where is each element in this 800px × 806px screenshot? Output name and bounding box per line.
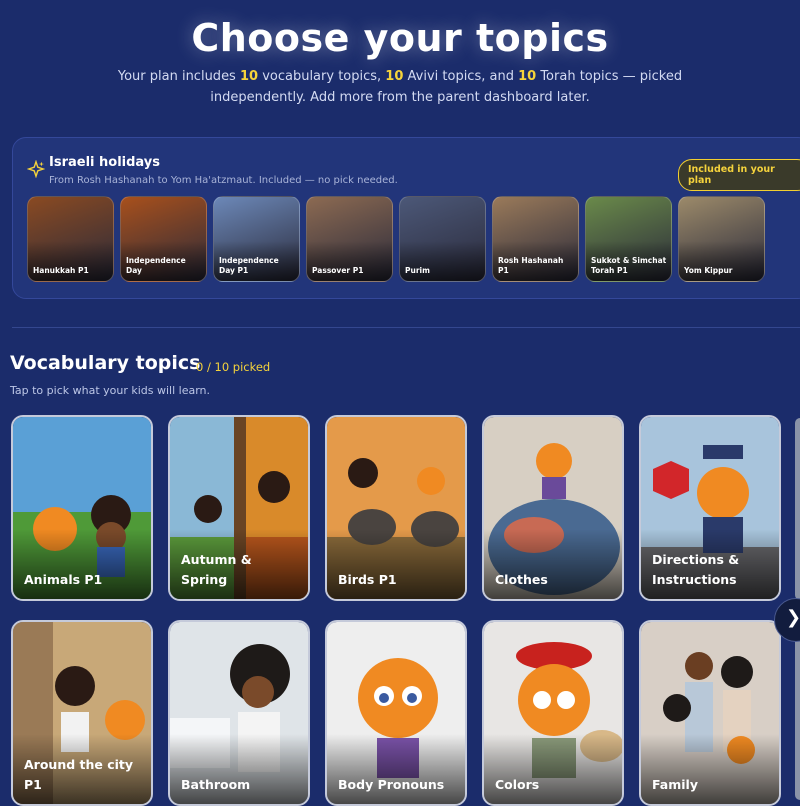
avivi-count-highlight: 10 [385,69,404,84]
topic-card-autumn-spring[interactable]: Autumn & Spring [168,415,310,601]
sparkle-icon [27,160,45,178]
topic-card-label: Animals P1 [24,572,103,587]
page-subtitle: Your plan includes 10 vocabulary topics,… [117,69,683,105]
holiday-card-label: Rosh Hashanah P1 [498,256,564,275]
holiday-card-label: Independence Day [126,256,186,275]
holiday-card-label: Sukkot & Simchat Torah P1 [591,256,667,275]
vocab-section-title: Vocabulary topics [10,352,201,374]
page-title: Choose your topics [191,16,609,60]
holiday-card[interactable]: Hanukkah P1 [27,196,114,282]
holiday-card[interactable]: Independence Day P1 [213,196,300,282]
holiday-card-label: Independence Day P1 [219,256,279,275]
topic-card-birds[interactable]: Birds P1 [325,415,467,601]
included-badge: Included in your plan [678,159,800,191]
holidays-panel: Israeli holidays From Rosh Hashanah to Y… [12,137,800,299]
topic-card-body-pronouns[interactable]: Body Pronouns [325,620,467,806]
holiday-card[interactable]: Rosh Hashanah P1 [492,196,579,282]
topic-card-label: Clothes [495,572,548,587]
topic-card-bathroom[interactable]: Bathroom [168,620,310,806]
torah-count-highlight: 10 [518,69,537,84]
holiday-card[interactable]: Yom Kippur [678,196,765,282]
holiday-card[interactable]: Sukkot & Simchat Torah P1 [585,196,672,282]
topic-card-label: Birds P1 [338,572,397,587]
topic-card-clothes[interactable]: Clothes [482,415,624,601]
topic-card-label: Body Pronouns [338,777,445,792]
topic-card-label: Around the city P1 [24,757,134,792]
chevron-right-icon: ❯ [786,607,800,628]
topic-card-label: Bathroom [181,777,251,792]
topic-card-colors[interactable]: Colors [482,620,624,806]
topic-card-family[interactable]: Family [639,620,781,806]
topic-card-animals[interactable]: Animals P1 [11,415,153,601]
topic-card-label: Autumn & Spring [181,552,252,587]
vocab-section-subtitle: Tap to pick what your kids will learn. [10,384,211,397]
holiday-card-label: Purim [405,266,430,275]
topic-card-around-the-city[interactable]: Around the city P1 [11,620,153,806]
vocab-picked-count: 0 / 10 picked [196,360,271,374]
holidays-subtitle: From Rosh Hashanah to Yom Ha'atzmaut. In… [49,175,398,186]
topic-card-label: Family [652,777,698,792]
topic-card-directions[interactable]: Directions & Instructions [639,415,781,601]
holiday-card[interactable]: Independence Day [120,196,207,282]
section-divider [12,327,800,328]
vocab-count-highlight: 10 [239,69,259,84]
holiday-card-label: Passover P1 [312,266,364,275]
partial-topic-card[interactable] [795,418,800,600]
topic-card-label: Colors [495,777,540,792]
holidays-title: Israeli holidays [49,155,161,170]
topic-card-label: Directions & Instructions [652,552,740,587]
holiday-card-label: Hanukkah P1 [33,266,89,275]
partial-topic-card[interactable] [795,623,800,800]
holiday-card-label: Yom Kippur [684,266,733,275]
holiday-card[interactable]: Passover P1 [306,196,393,282]
holiday-card[interactable]: Purim [399,196,486,282]
